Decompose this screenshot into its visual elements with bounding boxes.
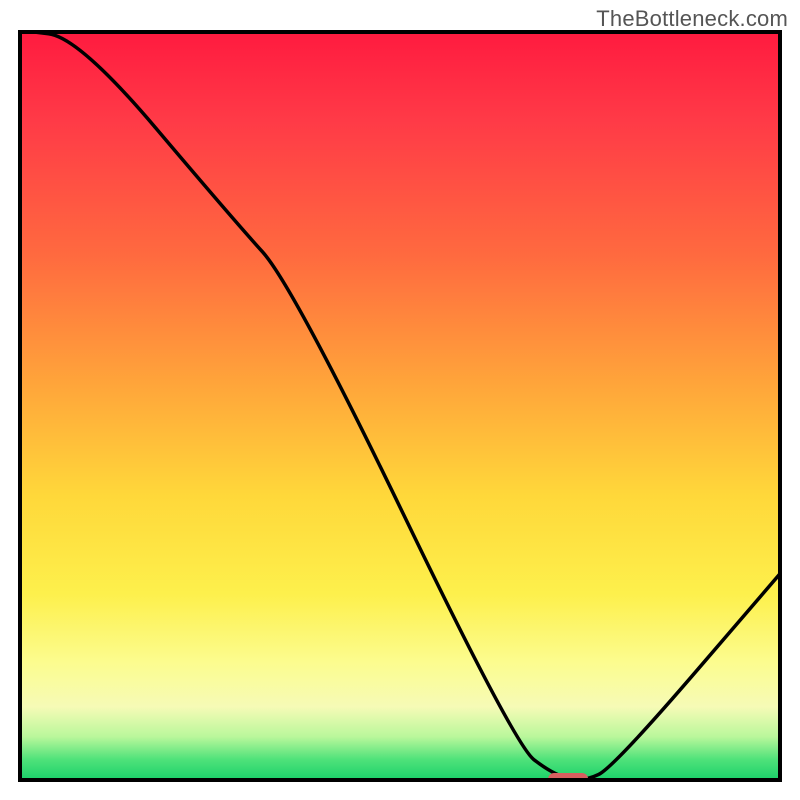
plot-frame [18,30,782,782]
gradient-background [18,30,782,782]
chart-container: TheBottleneck.com [0,0,800,800]
watermark-text: TheBottleneck.com [596,6,788,32]
